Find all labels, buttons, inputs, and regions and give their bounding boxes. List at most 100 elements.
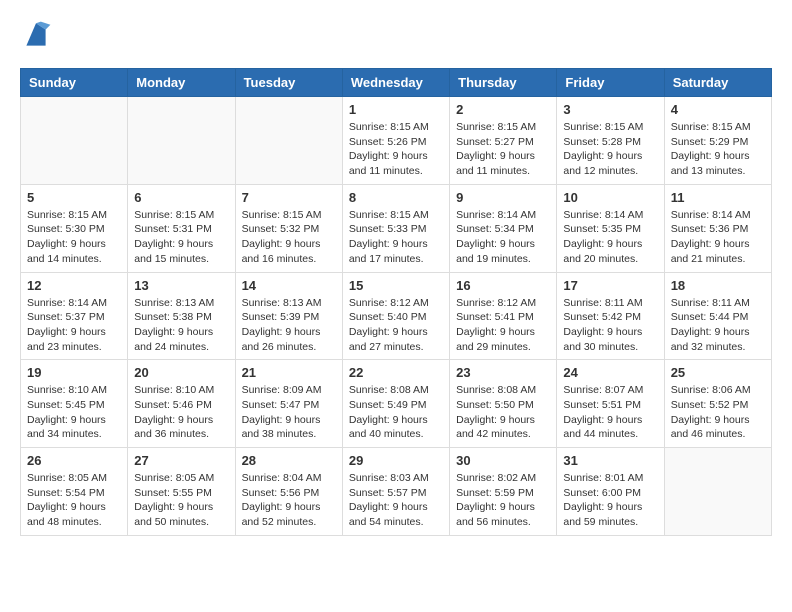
calendar-cell: 10 Sunrise: 8:14 AM Sunset: 5:35 PM Dayli… (557, 184, 664, 272)
week-row-1: 1 Sunrise: 8:15 AM Sunset: 5:26 PM Daylig… (21, 97, 772, 185)
calendar-cell: 9 Sunrise: 8:14 AM Sunset: 5:34 PM Daylig… (450, 184, 557, 272)
day-number: 25 (671, 365, 765, 380)
calendar-cell: 20 Sunrise: 8:10 AM Sunset: 5:46 PM Dayli… (128, 360, 235, 448)
calendar-cell: 25 Sunrise: 8:06 AM Sunset: 5:52 PM Dayli… (664, 360, 771, 448)
calendar-cell: 3Sunrise: 8:15 AM Sunset: 5:28 PM Daylig… (557, 97, 664, 185)
week-row-5: 26 Sunrise: 8:05 AM Sunset: 5:54 PM Dayli… (21, 448, 772, 536)
day-number: 4 (671, 102, 765, 117)
day-info: Sunrise: 8:05 AM Sunset: 5:55 PM Dayligh… (134, 471, 228, 530)
day-number: 20 (134, 365, 228, 380)
day-info: Sunrise: 8:06 AM Sunset: 5:52 PM Dayligh… (671, 383, 765, 442)
day-number: 15 (349, 278, 443, 293)
calendar-cell: 5 Sunrise: 8:15 AM Sunset: 5:30 PM Daylig… (21, 184, 128, 272)
header-thursday: Thursday (450, 69, 557, 97)
calendar-cell: 29 Sunrise: 8:03 AM Sunset: 5:57 PM Dayli… (342, 448, 449, 536)
calendar-cell: 6 Sunrise: 8:15 AM Sunset: 5:31 PM Daylig… (128, 184, 235, 272)
day-number: 13 (134, 278, 228, 293)
day-info: Sunrise: 8:14 AM Sunset: 5:37 PM Dayligh… (27, 296, 121, 355)
calendar-header: SundayMondayTuesdayWednesdayThursdayFrid… (21, 69, 772, 97)
day-number: 10 (563, 190, 657, 205)
calendar-cell: 28 Sunrise: 8:04 AM Sunset: 5:56 PM Dayli… (235, 448, 342, 536)
calendar-cell: 12 Sunrise: 8:14 AM Sunset: 5:37 PM Dayli… (21, 272, 128, 360)
day-number: 6 (134, 190, 228, 205)
calendar-cell: 23Sunrise: 8:08 AM Sunset: 5:50 PM Dayli… (450, 360, 557, 448)
day-info: Sunrise: 8:03 AM Sunset: 5:57 PM Dayligh… (349, 471, 443, 530)
calendar-cell: 15 Sunrise: 8:12 AM Sunset: 5:40 PM Dayli… (342, 272, 449, 360)
calendar-cell: 11Sunrise: 8:14 AM Sunset: 5:36 PM Dayli… (664, 184, 771, 272)
day-number: 21 (242, 365, 336, 380)
calendar-cell: 13 Sunrise: 8:13 AM Sunset: 5:38 PM Dayli… (128, 272, 235, 360)
calendar-cell: 30 Sunrise: 8:02 AM Sunset: 5:59 PM Dayli… (450, 448, 557, 536)
calendar-cell: 22 Sunrise: 8:08 AM Sunset: 5:49 PM Dayli… (342, 360, 449, 448)
calendar-cell: 26 Sunrise: 8:05 AM Sunset: 5:54 PM Dayli… (21, 448, 128, 536)
day-info: Sunrise: 8:14 AM Sunset: 5:36 PM Dayligh… (671, 208, 765, 267)
day-number: 9 (456, 190, 550, 205)
day-number: 27 (134, 453, 228, 468)
header-friday: Friday (557, 69, 664, 97)
day-info: Sunrise: 8:15 AM Sunset: 5:32 PM Dayligh… (242, 208, 336, 267)
calendar-cell: 1 Sunrise: 8:15 AM Sunset: 5:26 PM Daylig… (342, 97, 449, 185)
header-saturday: Saturday (664, 69, 771, 97)
day-number: 5 (27, 190, 121, 205)
calendar-cell: 2 Sunrise: 8:15 AM Sunset: 5:27 PM Daylig… (450, 97, 557, 185)
day-info: Sunrise: 8:12 AM Sunset: 5:40 PM Dayligh… (349, 296, 443, 355)
day-info: Sunrise: 8:04 AM Sunset: 5:56 PM Dayligh… (242, 471, 336, 530)
day-info: Sunrise: 8:08 AM Sunset: 5:49 PM Dayligh… (349, 383, 443, 442)
logo (20, 20, 56, 52)
day-number: 8 (349, 190, 443, 205)
calendar-cell: 27 Sunrise: 8:05 AM Sunset: 5:55 PM Dayli… (128, 448, 235, 536)
week-row-2: 5 Sunrise: 8:15 AM Sunset: 5:30 PM Daylig… (21, 184, 772, 272)
week-row-3: 12 Sunrise: 8:14 AM Sunset: 5:37 PM Dayli… (21, 272, 772, 360)
day-info: Sunrise: 8:13 AM Sunset: 5:39 PM Dayligh… (242, 296, 336, 355)
day-info: Sunrise: 8:10 AM Sunset: 5:45 PM Dayligh… (27, 383, 121, 442)
day-info: Sunrise: 8:05 AM Sunset: 5:54 PM Dayligh… (27, 471, 121, 530)
day-number: 12 (27, 278, 121, 293)
calendar-cell: 24Sunrise: 8:07 AM Sunset: 5:51 PM Dayli… (557, 360, 664, 448)
day-info: Sunrise: 8:15 AM Sunset: 5:31 PM Dayligh… (134, 208, 228, 267)
day-info: Sunrise: 8:10 AM Sunset: 5:46 PM Dayligh… (134, 383, 228, 442)
calendar-body: 1 Sunrise: 8:15 AM Sunset: 5:26 PM Daylig… (21, 97, 772, 536)
logo-icon (20, 20, 52, 52)
day-number: 29 (349, 453, 443, 468)
day-info: Sunrise: 8:02 AM Sunset: 5:59 PM Dayligh… (456, 471, 550, 530)
day-number: 28 (242, 453, 336, 468)
calendar-cell: 7Sunrise: 8:15 AM Sunset: 5:32 PM Daylig… (235, 184, 342, 272)
header-wednesday: Wednesday (342, 69, 449, 97)
day-info: Sunrise: 8:11 AM Sunset: 5:44 PM Dayligh… (671, 296, 765, 355)
calendar-cell: 17 Sunrise: 8:11 AM Sunset: 5:42 PM Dayli… (557, 272, 664, 360)
day-info: Sunrise: 8:13 AM Sunset: 5:38 PM Dayligh… (134, 296, 228, 355)
day-info: Sunrise: 8:12 AM Sunset: 5:41 PM Dayligh… (456, 296, 550, 355)
calendar-cell: 4 Sunrise: 8:15 AM Sunset: 5:29 PM Daylig… (664, 97, 771, 185)
day-info: Sunrise: 8:14 AM Sunset: 5:34 PM Dayligh… (456, 208, 550, 267)
day-number: 3 (563, 102, 657, 117)
day-number: 24 (563, 365, 657, 380)
day-number: 14 (242, 278, 336, 293)
calendar-table: SundayMondayTuesdayWednesdayThursdayFrid… (20, 68, 772, 536)
header-tuesday: Tuesday (235, 69, 342, 97)
day-info: Sunrise: 8:01 AM Sunset: 6:00 PM Dayligh… (563, 471, 657, 530)
day-number: 22 (349, 365, 443, 380)
day-info: Sunrise: 8:15 AM Sunset: 5:26 PM Dayligh… (349, 120, 443, 179)
day-number: 19 (27, 365, 121, 380)
day-number: 17 (563, 278, 657, 293)
day-number: 2 (456, 102, 550, 117)
day-info: Sunrise: 8:15 AM Sunset: 5:27 PM Dayligh… (456, 120, 550, 179)
calendar-cell: 31 Sunrise: 8:01 AM Sunset: 6:00 PM Dayli… (557, 448, 664, 536)
calendar-cell: 14 Sunrise: 8:13 AM Sunset: 5:39 PM Dayli… (235, 272, 342, 360)
day-info: Sunrise: 8:15 AM Sunset: 5:29 PM Dayligh… (671, 120, 765, 179)
day-number: 30 (456, 453, 550, 468)
calendar-cell (235, 97, 342, 185)
calendar-cell (664, 448, 771, 536)
day-info: Sunrise: 8:15 AM Sunset: 5:30 PM Dayligh… (27, 208, 121, 267)
day-number: 1 (349, 102, 443, 117)
header-row: SundayMondayTuesdayWednesdayThursdayFrid… (21, 69, 772, 97)
day-info: Sunrise: 8:15 AM Sunset: 5:33 PM Dayligh… (349, 208, 443, 267)
calendar-cell: 8 Sunrise: 8:15 AM Sunset: 5:33 PM Daylig… (342, 184, 449, 272)
day-number: 31 (563, 453, 657, 468)
day-number: 26 (27, 453, 121, 468)
calendar-cell (128, 97, 235, 185)
day-info: Sunrise: 8:09 AM Sunset: 5:47 PM Dayligh… (242, 383, 336, 442)
day-info: Sunrise: 8:14 AM Sunset: 5:35 PM Dayligh… (563, 208, 657, 267)
day-number: 16 (456, 278, 550, 293)
day-info: Sunrise: 8:11 AM Sunset: 5:42 PM Dayligh… (563, 296, 657, 355)
